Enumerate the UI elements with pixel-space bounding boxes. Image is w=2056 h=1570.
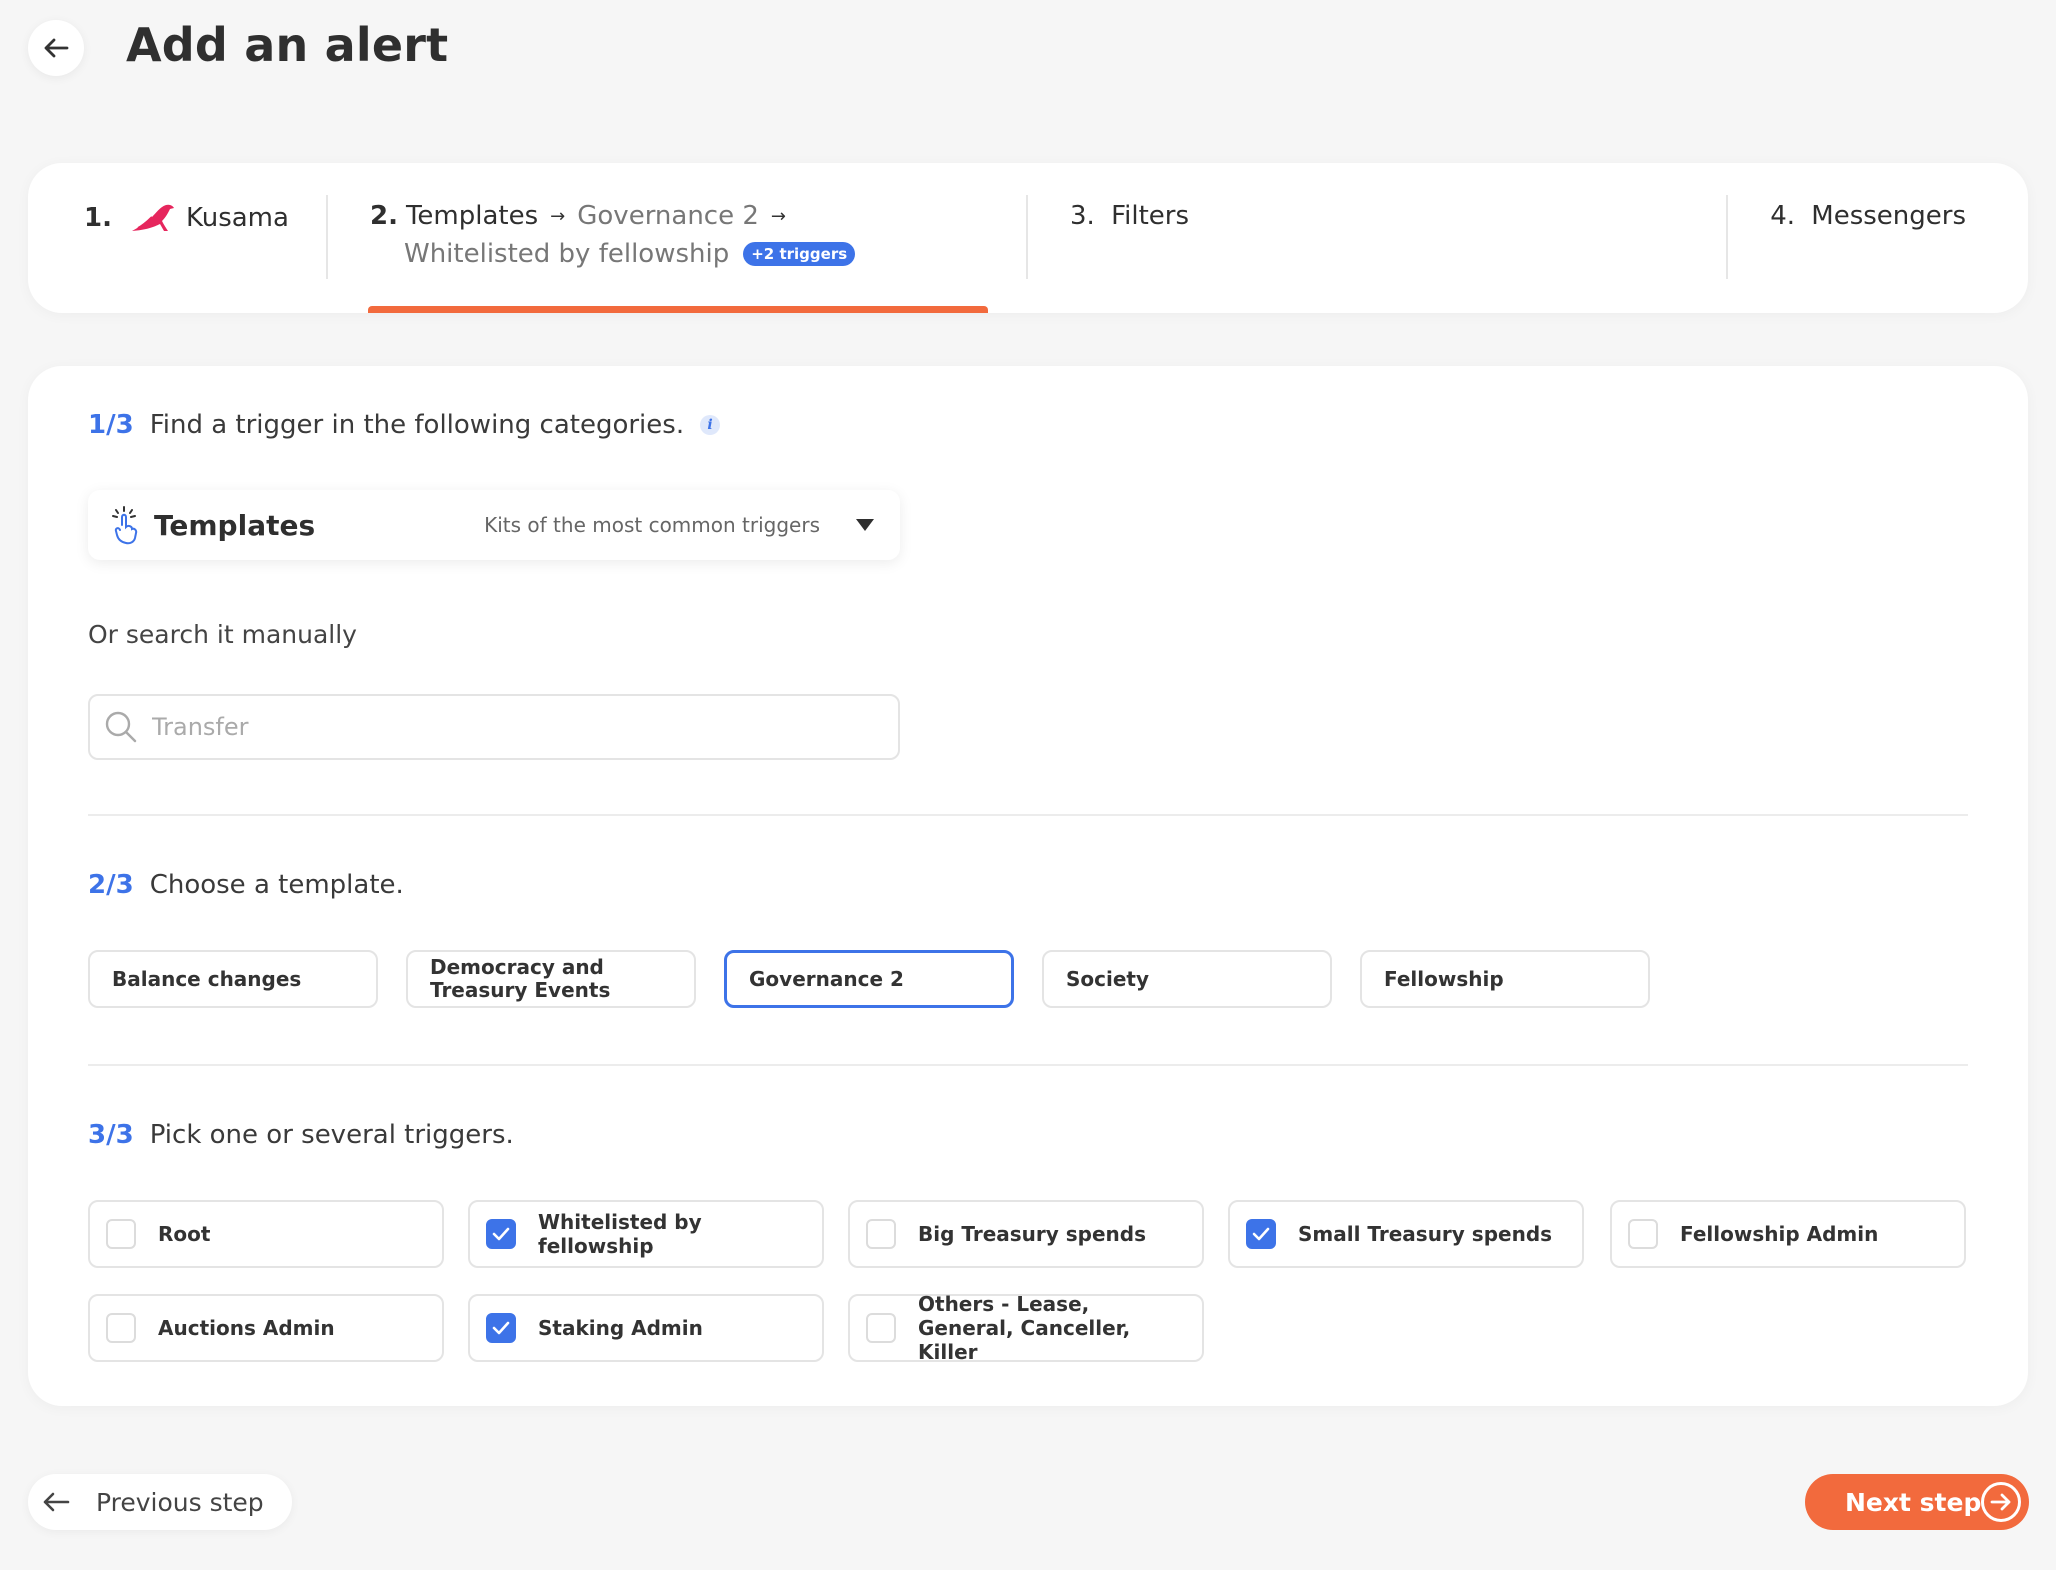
info-icon[interactable]: i: [700, 415, 721, 435]
checkbox[interactable]: [106, 1313, 136, 1343]
step-path-category: Governance 2: [577, 201, 759, 231]
check-icon: [492, 1227, 510, 1241]
template-label: Fellowship: [1384, 966, 1504, 991]
step-label: Messengers: [1811, 201, 1966, 231]
step-path-trigger: Whitelisted by fellowship: [404, 239, 730, 269]
kusama-bird-icon: [131, 204, 174, 231]
page-title: Add an alert: [126, 18, 449, 72]
checkbox[interactable]: [486, 1219, 516, 1249]
step-divider: [326, 195, 328, 279]
trigger-label: Auctions Admin: [158, 1316, 335, 1340]
template-label: Society: [1066, 966, 1150, 991]
template-label: Balance changes: [112, 966, 302, 991]
checkbox[interactable]: [866, 1219, 896, 1249]
trigger-label: Staking Admin: [538, 1316, 703, 1340]
section-3-label: Pick one or several triggers.: [149, 1120, 514, 1150]
section-2-label: Choose a template.: [149, 870, 404, 900]
template-label: Governance 2: [749, 966, 904, 991]
trigger-small-treasury-spends[interactable]: Small Treasury spends: [1228, 1200, 1584, 1268]
trigger-root[interactable]: Root: [88, 1200, 444, 1268]
back-button[interactable]: [28, 20, 84, 76]
step-number: 4.: [1770, 201, 1795, 231]
section-1-heading: 1/3 Find a trigger in the following cate…: [88, 410, 721, 440]
dropdown-subtitle: Kits of the most common triggers: [484, 513, 820, 537]
search-field[interactable]: [88, 694, 900, 760]
step-divider: [1726, 195, 1728, 279]
template-balance-changes[interactable]: Balance changes: [88, 950, 378, 1008]
trigger-selection-card: 1/3 Find a trigger in the following cate…: [28, 366, 2028, 1406]
trigger-label: Root: [158, 1222, 211, 1246]
checkbox[interactable]: [486, 1313, 516, 1343]
step-label: Templates: [405, 201, 539, 231]
search-icon: [105, 711, 137, 743]
trigger-label: Fellowship Admin: [1680, 1222, 1879, 1246]
trigger-whitelisted-by-fellowship[interactable]: Whitelisted by fellowship: [468, 1200, 824, 1268]
arrow-left-icon: [43, 1492, 70, 1512]
check-icon: [492, 1321, 510, 1335]
checkbox[interactable]: [106, 1219, 136, 1249]
template-governance-2[interactable]: Governance 2: [724, 950, 1014, 1008]
section-divider: [88, 1064, 1968, 1066]
chevron-down-icon: [856, 519, 874, 531]
template-democracy-treasury[interactable]: Democracy and Treasury Events: [406, 950, 696, 1008]
step-number: 3.: [1070, 201, 1095, 231]
previous-step-button[interactable]: Previous step: [28, 1474, 292, 1530]
active-step-indicator: [368, 306, 988, 313]
arrow-left-icon: [44, 38, 69, 58]
check-icon: [1252, 1227, 1270, 1241]
trigger-big-treasury-spends[interactable]: Big Treasury spends: [848, 1200, 1204, 1268]
template-fellowship[interactable]: Fellowship: [1360, 950, 1650, 1008]
step-number: 1.: [84, 203, 112, 233]
checkbox[interactable]: [866, 1313, 896, 1343]
section-1-step: 1/3: [88, 410, 134, 440]
section-3-heading: 3/3 Pick one or several triggers.: [88, 1120, 514, 1150]
hand-sparkle-icon: [112, 506, 138, 545]
step-filters[interactable]: 3. Filters: [1070, 201, 1189, 231]
triggers-count-badge: +2 triggers: [743, 242, 856, 266]
template-label: Democracy and Treasury Events: [430, 955, 611, 1002]
trigger-fellowship-admin[interactable]: Fellowship Admin: [1610, 1200, 1966, 1268]
section-2-heading: 2/3 Choose a template.: [88, 870, 404, 900]
step-number: 2.: [370, 201, 398, 231]
section-3-step: 3/3: [88, 1120, 134, 1150]
step-templates[interactable]: 2. Templates → Governance 2 → Whiteliste…: [370, 201, 856, 269]
step-network[interactable]: 1. Kusama: [84, 201, 289, 235]
section-1-label: Find a trigger in the following categori…: [149, 410, 685, 440]
step-divider: [1026, 195, 1028, 279]
stepper: 1. Kusama 2. Templates → Governance 2 → …: [28, 163, 2028, 313]
section-2-step: 2/3: [88, 870, 134, 900]
arrow-right-icon: →: [550, 205, 566, 227]
trigger-others[interactable]: Others - Lease, General, Canceller, Kill…: [848, 1292, 1204, 1364]
arrow-right-icon: →: [770, 205, 787, 227]
trigger-auctions-admin[interactable]: Auctions Admin: [88, 1294, 444, 1362]
trigger-label: Others - Lease, General, Canceller, Kill…: [918, 1292, 1131, 1364]
next-step-label: Next step: [1845, 1487, 1982, 1517]
category-dropdown[interactable]: Templates Kits of the most common trigge…: [88, 490, 900, 560]
previous-step-label: Previous step: [96, 1487, 264, 1517]
step-messengers[interactable]: 4. Messengers: [1770, 201, 1966, 231]
checkbox[interactable]: [1628, 1219, 1658, 1249]
dropdown-title: Templates: [154, 508, 316, 542]
next-step-button[interactable]: Next step: [1805, 1474, 2029, 1530]
trigger-label: Small Treasury spends: [1298, 1222, 1553, 1246]
trigger-label: Big Treasury spends: [918, 1222, 1146, 1246]
step-label: Filters: [1111, 201, 1190, 231]
search-input[interactable]: [152, 713, 852, 741]
trigger-label: Whitelisted by fellowship: [538, 1210, 702, 1258]
trigger-staking-admin[interactable]: Staking Admin: [468, 1294, 824, 1362]
arrow-right-circle-icon: [1981, 1482, 2021, 1522]
section-divider: [88, 814, 1968, 816]
template-society[interactable]: Society: [1042, 950, 1332, 1008]
step-label: Kusama: [185, 203, 289, 233]
manual-search-label: Or search it manually: [88, 620, 357, 649]
checkbox[interactable]: [1246, 1219, 1276, 1249]
